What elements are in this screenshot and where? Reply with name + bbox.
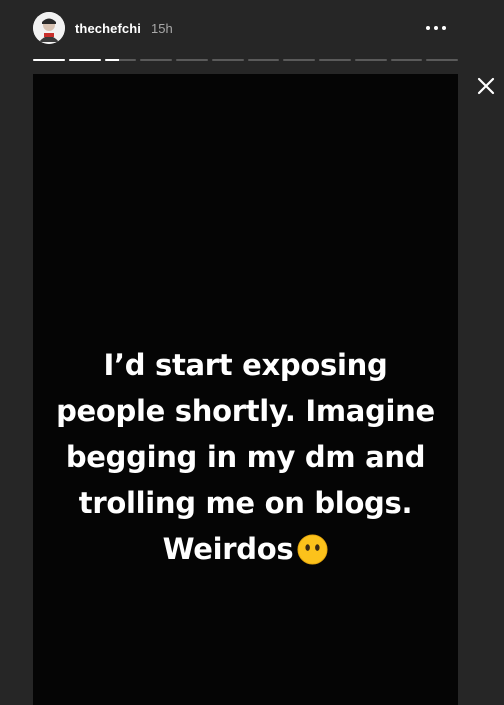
- story-content[interactable]: I’d start exposing people shortly. Imagi…: [33, 74, 458, 705]
- progress-segment: [283, 59, 315, 61]
- progress-segment: [319, 59, 351, 61]
- story-header: thechefchi 15h: [33, 11, 458, 45]
- story-text-line: trolling me on blogs.: [78, 486, 413, 520]
- progress-segment: [390, 59, 423, 61]
- progress-segment: [68, 59, 101, 61]
- progress-segment: [211, 59, 244, 61]
- story-text-line: I’d start exposing: [103, 348, 388, 382]
- story-text-line-last: Weirdos: [33, 526, 458, 572]
- progress-segment: [426, 59, 458, 61]
- progress-segment-fill: [104, 59, 119, 61]
- story-text-last-word: Weirdos: [162, 532, 294, 566]
- username[interactable]: thechefchi: [75, 21, 141, 36]
- close-button[interactable]: [476, 76, 496, 96]
- close-icon: [477, 77, 495, 95]
- story-text-line: people shortly. Imagine: [56, 394, 435, 428]
- progress-segment: [140, 59, 172, 61]
- more-options-button[interactable]: [424, 20, 448, 36]
- profile-photo-icon: [33, 12, 65, 44]
- progress-segment: [104, 59, 137, 61]
- story-viewer: thechefchi 15h I’d start exposing people…: [0, 0, 504, 705]
- progress-segment: [33, 59, 65, 61]
- story-progress-bar: [33, 59, 458, 61]
- progress-segment: [247, 59, 280, 61]
- story-caption: I’d start exposing people shortly. Imagi…: [33, 342, 458, 572]
- story-text-line: begging in my dm and: [65, 440, 426, 474]
- avatar[interactable]: [33, 12, 65, 44]
- progress-segment-fill: [33, 59, 65, 61]
- face-without-mouth-emoji: [297, 534, 328, 565]
- timestamp: 15h: [151, 20, 173, 36]
- progress-segment-fill: [68, 59, 101, 61]
- more-options-icon: [426, 26, 446, 30]
- progress-segment: [176, 59, 208, 61]
- progress-segment: [354, 59, 387, 61]
